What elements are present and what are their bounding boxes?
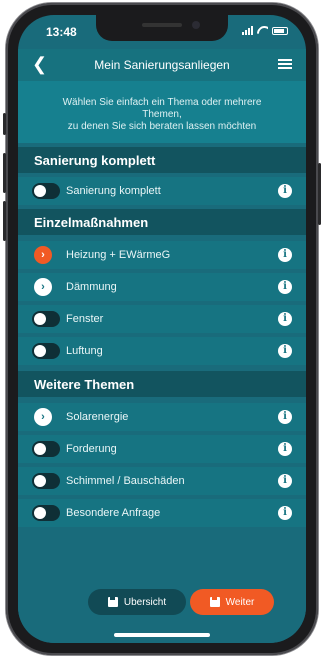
next-button-label: Weiter (225, 596, 255, 608)
section-title-einzelmassnahmen: Einzelmaßnahmen (18, 209, 306, 235)
chevron-right-icon[interactable]: › (34, 278, 52, 296)
notch (96, 15, 228, 41)
list-item-label: Heizung + EWärmeG (66, 249, 171, 261)
info-icon[interactable]: i (278, 312, 292, 326)
signal-icon (242, 26, 253, 35)
phone-frame: 13:48 ❮ Mein Sanierungsanliegen Wählen S… (3, 3, 321, 655)
intro-line-2: Themen, (142, 109, 182, 120)
status-time: 13:48 (46, 25, 77, 39)
list-item-label: Luftung (66, 345, 103, 357)
info-icon[interactable]: i (278, 280, 292, 294)
toggle-switch[interactable] (32, 183, 60, 199)
info-icon[interactable]: i (278, 474, 292, 488)
volume-down-button (3, 201, 6, 241)
hamburger-menu-icon[interactable] (278, 59, 292, 70)
list-item-label: Schimmel / Bauschäden (66, 475, 185, 487)
list-item-label: Forderung (66, 443, 117, 455)
list-item-heizung[interactable]: › Heizung + EWärmeG i (18, 241, 306, 269)
status-icons (242, 26, 288, 35)
intro-line-1: Wählen Sie einfach ein Thema oder mehrer… (62, 97, 262, 108)
list-item-forderung[interactable]: Forderung i (18, 435, 306, 463)
info-icon[interactable]: i (278, 410, 292, 424)
app-screen: 13:48 ❮ Mein Sanierungsanliegen Wählen S… (18, 15, 306, 643)
intro-line-3: zu denen Sie sich beraten lassen möchten (67, 121, 257, 132)
list-item-label: Fenster (66, 313, 104, 325)
list-item-besondere-anfrage[interactable]: Besondere Anfrage i (18, 499, 306, 527)
toggle-switch[interactable] (32, 343, 60, 359)
list-item-label: Sanierung komplett (66, 185, 161, 197)
volume-up-button (3, 153, 6, 193)
overview-button-label: Ubersicht (123, 596, 167, 608)
chevron-right-icon[interactable]: › (34, 408, 52, 426)
save-icon (209, 597, 220, 607)
info-icon[interactable]: i (278, 344, 292, 358)
speaker (142, 23, 182, 27)
toggle-switch[interactable] (32, 505, 60, 521)
list-item-solarenergie[interactable]: › Solarenergie i (18, 403, 306, 431)
info-icon[interactable]: i (278, 248, 292, 262)
front-camera (192, 21, 200, 29)
toggle-switch[interactable] (32, 441, 60, 457)
chevron-right-icon[interactable]: › (34, 246, 52, 264)
page-title: Mein Sanierungsanliegen (94, 58, 230, 72)
section-title-sanierung-komplett: Sanierung komplett (18, 147, 306, 173)
intro-text: Wählen Sie einfach ein Thema oder mehrer… (18, 81, 306, 143)
battery-icon (272, 26, 288, 35)
list-item-label: Besondere Anfrage (66, 507, 161, 519)
power-button (318, 163, 321, 225)
app-header: ❮ Mein Sanierungsanliegen (18, 49, 306, 81)
home-indicator[interactable] (114, 633, 210, 637)
info-icon[interactable]: i (278, 184, 292, 198)
list-item-schimmel[interactable]: Schimmel / Bauschäden i (18, 467, 306, 495)
info-icon[interactable]: i (278, 506, 292, 520)
overview-button[interactable]: Ubersicht (88, 589, 186, 615)
info-icon[interactable]: i (278, 442, 292, 456)
toggle-switch[interactable] (32, 473, 60, 489)
list-item-fenster[interactable]: Fenster i (18, 305, 306, 333)
list-item-luftung[interactable]: Luftung i (18, 337, 306, 365)
wifi-icon (257, 26, 268, 35)
list-item-label: Solarenergie (66, 411, 129, 423)
list-item-daemmung[interactable]: › Dämmung i (18, 273, 306, 301)
section-title-weitere-themen: Weitere Themen (18, 371, 306, 397)
toggle-switch[interactable] (32, 311, 60, 327)
save-icon (107, 597, 118, 607)
mute-switch (3, 113, 6, 135)
next-button[interactable]: Weiter (190, 589, 274, 615)
footer-bar: Ubersicht Weiter (18, 575, 306, 643)
list-item-sanierung-komplett[interactable]: Sanierung komplett i (18, 177, 306, 205)
list-item-label: Dämmung (66, 281, 117, 293)
